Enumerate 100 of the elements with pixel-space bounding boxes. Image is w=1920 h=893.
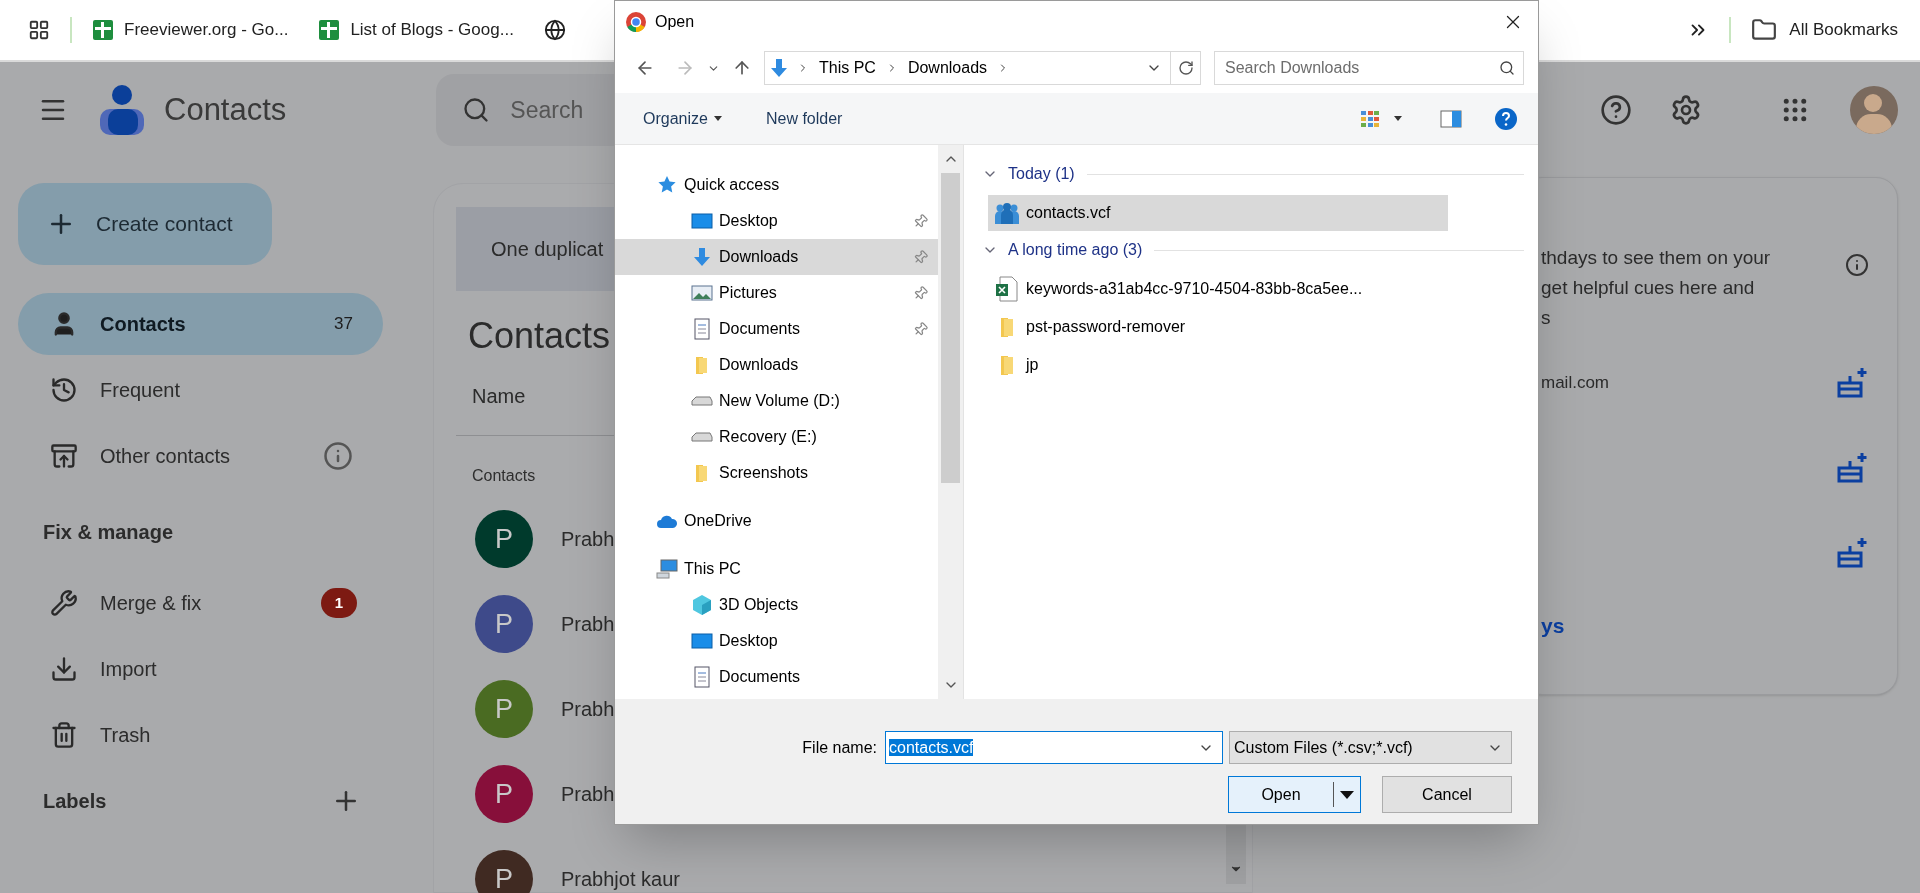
tree-item[interactable]: Downloads [615, 239, 938, 275]
avatar: P [475, 850, 533, 893]
tree-item[interactable]: Recovery (E:) [615, 419, 938, 455]
info-icon[interactable] [1845, 253, 1869, 277]
app-title: Contacts [164, 90, 287, 129]
nav-item[interactable]: Trash [18, 704, 383, 766]
tree-item[interactable]: Downloads [615, 347, 938, 383]
nav-item[interactable]: Import [18, 638, 383, 700]
tree-item[interactable]: Screenshots [615, 455, 938, 491]
spreadsheet-file-icon [994, 276, 1020, 302]
file-item[interactable]: contacts.vcf [988, 195, 1448, 231]
caret-icon[interactable] [1394, 116, 1402, 121]
scrollbar[interactable] [1226, 824, 1246, 884]
tree-label: Screenshots [719, 463, 809, 483]
file-name-field[interactable]: contacts.vcf [885, 731, 1223, 764]
drive-icon [691, 432, 713, 442]
nav-count: 37 [334, 313, 353, 336]
search-icon [462, 96, 491, 124]
address-bar[interactable]: This PC Downloads [764, 51, 1201, 85]
all-bookmarks[interactable]: All Bookmarks [1751, 17, 1898, 43]
nav-label: Trash [100, 723, 152, 748]
contact-name: Prabh [561, 782, 615, 807]
tree-label: Documents [719, 667, 801, 687]
tree-label: Downloads [719, 355, 800, 375]
pictures-icon [691, 282, 713, 304]
scrollbar[interactable] [938, 145, 963, 699]
add-birthday-icon[interactable] [1835, 535, 1869, 570]
download-icon [50, 655, 78, 683]
tree-item[interactable]: Documents [615, 311, 938, 347]
tree-item[interactable]: New Volume (D:) [615, 383, 938, 419]
section-label: Contacts [472, 466, 536, 486]
new-folder-button[interactable]: New folder [765, 106, 843, 131]
file-name-label: File name: [802, 737, 877, 758]
nav-item[interactable]: Frequent [18, 359, 383, 421]
nav-label: Contacts [100, 312, 187, 337]
tree-label: New Volume (D:) [719, 391, 841, 411]
trash-icon [50, 721, 78, 749]
drive-icon [691, 396, 713, 406]
column-header: Name [472, 384, 526, 409]
avatar: P [475, 680, 533, 738]
caret-icon[interactable] [1340, 790, 1354, 799]
breadcrumb[interactable]: This PC [819, 56, 876, 80]
desktop-icon [691, 210, 713, 232]
info-icon[interactable] [323, 441, 353, 471]
tree-label: Downloads [719, 247, 800, 267]
tree-item[interactable]: 3D Objects [615, 587, 938, 623]
count-badge: 1 [321, 588, 357, 618]
bookmark[interactable] [543, 19, 566, 41]
show-more-link[interactable]: ys [1541, 610, 1869, 642]
add-birthday-icon[interactable] [1835, 450, 1869, 485]
bookmark[interactable]: Freeviewer.org - Go... [92, 17, 289, 43]
globe-icon [543, 19, 566, 41]
help-icon[interactable] [1494, 106, 1518, 131]
section-heading: Labels [43, 789, 107, 814]
folder-icon [1751, 17, 1778, 43]
bookmark[interactable]: List of Blogs - Goog... [318, 17, 514, 43]
contact-name: Prabh [561, 612, 615, 637]
browser-logo-icon [625, 11, 647, 33]
organize-button[interactable]: Organize [643, 106, 722, 131]
file-item[interactable]: pst-password-remover [988, 309, 1448, 345]
tree-label: OneDrive [684, 511, 753, 531]
add-birthday-icon[interactable] [1835, 365, 1869, 400]
preview-pane-icon[interactable] [1440, 109, 1462, 128]
file-type-select[interactable]: Custom Files (*.csv;*.vcf) [1229, 731, 1512, 764]
open-button[interactable]: Open [1228, 776, 1361, 813]
tree-label: Documents [719, 319, 801, 339]
people-icon [994, 200, 1020, 226]
group-header[interactable]: Today (1) [1008, 162, 1075, 186]
tree-item[interactable]: Documents [615, 659, 938, 695]
document-icon [691, 318, 713, 340]
card-text-line: get helpful cues here and [1541, 276, 1756, 300]
apps-icon[interactable] [28, 19, 50, 41]
nav-label: Import [100, 657, 158, 682]
tree-item[interactable]: Quick access [615, 167, 938, 203]
desktop-icon [691, 630, 713, 652]
cancel-button[interactable]: Cancel [1382, 776, 1512, 813]
refresh-icon[interactable] [1177, 60, 1194, 76]
cube-icon [691, 594, 713, 616]
breadcrumb[interactable]: Downloads [907, 56, 988, 80]
help-icon[interactable] [1600, 94, 1632, 126]
tree-label: This PC [684, 559, 742, 579]
tree-item[interactable]: OneDrive [615, 503, 938, 539]
file-item[interactable]: jp [988, 347, 1448, 383]
nav-item[interactable]: Contacts 37 [18, 293, 383, 355]
view-options-icon[interactable] [1360, 109, 1380, 128]
search-field[interactable]: Search Downloads [1214, 51, 1524, 85]
tree-label: Recovery (E:) [719, 427, 818, 447]
tree-item[interactable]: Desktop [615, 623, 938, 659]
computer-icon [656, 558, 678, 580]
create-contact-button[interactable]: Create contact [18, 183, 272, 265]
nav-label: Merge & fix [100, 591, 203, 616]
tree-label: Quick access [684, 175, 781, 195]
nav-item[interactable]: Merge & fix 1 [18, 572, 383, 634]
settings-icon[interactable] [1670, 94, 1702, 126]
group-header[interactable]: A long time ago (3) [1008, 238, 1143, 262]
search-icon [1499, 60, 1515, 76]
scroll-thumb[interactable] [941, 173, 960, 483]
tree-item[interactable]: This PC [615, 551, 938, 587]
dialog-title: Open [655, 12, 696, 32]
nav-item[interactable]: Other contacts [18, 425, 383, 487]
